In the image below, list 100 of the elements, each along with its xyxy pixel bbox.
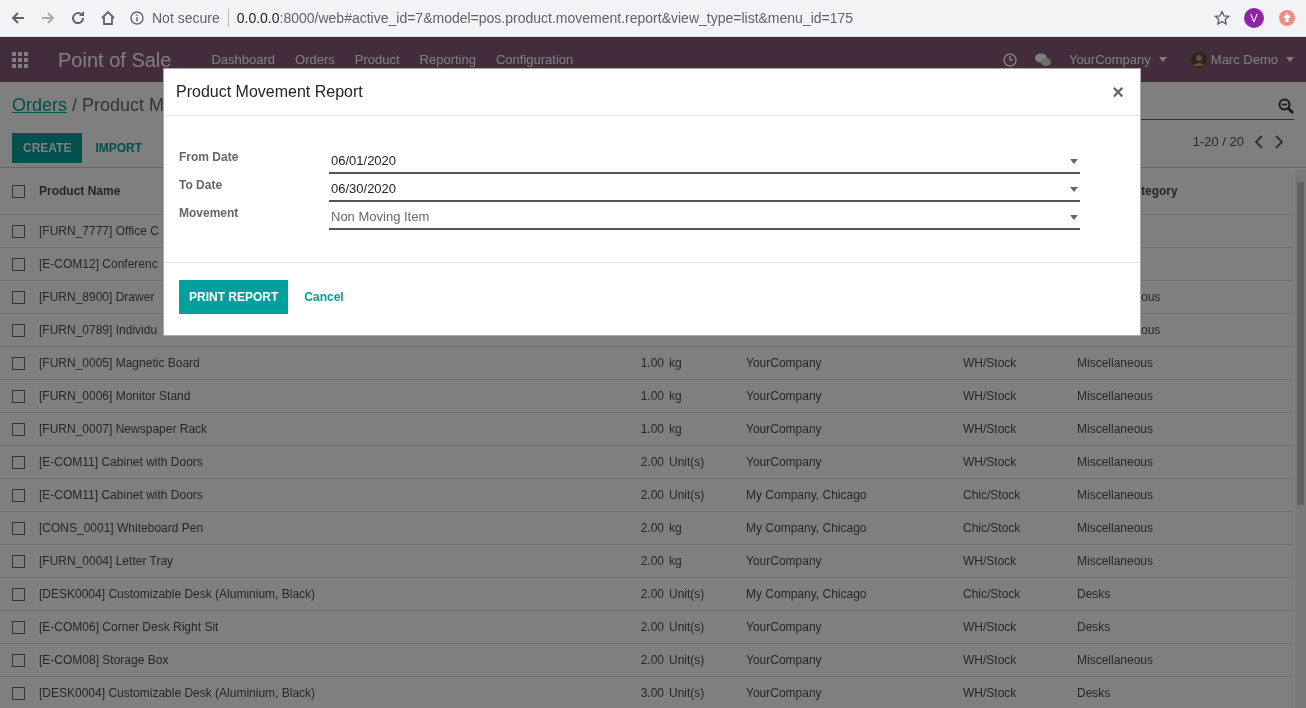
- forward-arrow-icon[interactable]: [40, 10, 56, 26]
- unit: Unit(s): [669, 586, 705, 601]
- quantity: 2.00: [640, 553, 664, 568]
- column-header[interactable]: Product Name: [39, 183, 121, 198]
- category: Miscellaneous: [1077, 553, 1154, 568]
- category: Desks: [1077, 685, 1111, 700]
- product-name: [FURN_0006] Monitor Stand: [39, 388, 191, 403]
- row-checkbox[interactable]: [12, 587, 25, 601]
- app-title: Point of Sale: [58, 47, 172, 73]
- row-checkbox[interactable]: [12, 653, 25, 667]
- category: Miscellaneous: [1077, 355, 1154, 370]
- extension-icon[interactable]: [1278, 9, 1296, 27]
- category: Desks: [1077, 619, 1111, 634]
- row-checkbox[interactable]: [12, 224, 25, 238]
- location: WH/Stock: [963, 652, 1017, 667]
- menu-item[interactable]: Orders: [295, 49, 335, 70]
- chevron-right-icon[interactable]: [1274, 134, 1284, 149]
- category: Miscellaneous: [1077, 388, 1154, 403]
- scrollbar[interactable]: [1295, 170, 1306, 708]
- company-switcher[interactable]: YourCompany: [1068, 49, 1167, 70]
- date-field[interactable]: 06/30/2020: [329, 178, 1080, 202]
- quantity: 3.00: [640, 685, 664, 700]
- quantity: 2.00: [640, 454, 664, 469]
- quantity: 1.00: [640, 388, 664, 403]
- clock-icon[interactable]: [1002, 52, 1017, 67]
- caret-icon: [1070, 186, 1078, 192]
- breadcrumb-link[interactable]: Orders: [12, 92, 67, 119]
- close-button[interactable]: ×: [1108, 82, 1128, 102]
- apps-grid-icon[interactable]: [12, 51, 28, 68]
- info-icon: [130, 11, 144, 25]
- unit: kg: [669, 520, 682, 535]
- dialog-title: Product Movement Report: [176, 82, 363, 102]
- product-name: [DESK0004] Customizable Desk (Aluminium, Black): [39, 586, 316, 601]
- chevron-left-icon[interactable]: [1254, 134, 1264, 149]
- category: Miscellaneous: [1077, 520, 1154, 535]
- user-menu[interactable]: Marc Demo: [1210, 49, 1294, 70]
- back-arrow-icon[interactable]: [10, 10, 26, 26]
- menu-item[interactable]: Dashboard: [211, 49, 276, 70]
- column-header[interactable]: tegory: [1141, 183, 1178, 198]
- row-checkbox[interactable]: [12, 686, 25, 700]
- row-checkbox[interactable]: [12, 620, 25, 634]
- star-icon[interactable]: [1214, 10, 1230, 26]
- row-checkbox[interactable]: [12, 521, 25, 535]
- row-checkbox[interactable]: [12, 389, 25, 403]
- category: ous: [1141, 322, 1161, 337]
- url-text[interactable]: 0.0.0.0:8000/web#active_id=7&model=pos.product.movement.report&view_type=list&menu_id=175: [236, 7, 854, 29]
- row-checkbox[interactable]: [12, 185, 25, 199]
- select-field[interactable]: Non Moving Item: [329, 206, 1080, 230]
- company: My Company, Chicago: [746, 520, 867, 535]
- cancel-button[interactable]: Cancel: [296, 280, 352, 314]
- product-name: [E-COM12] Conferenc: [39, 256, 158, 271]
- import-button[interactable]: IMPORT: [82, 133, 156, 163]
- location: WH/Stock: [963, 355, 1017, 370]
- reload-icon[interactable]: [70, 10, 86, 26]
- pager-value: 1-20 / 20: [1192, 133, 1244, 151]
- menu-item[interactable]: Product: [354, 49, 400, 70]
- quantity: 2.00: [640, 619, 664, 634]
- print-report-button[interactable]: PRINT REPORT: [179, 280, 289, 314]
- menu-item[interactable]: Reporting: [419, 49, 476, 70]
- row-checkbox[interactable]: [12, 455, 25, 469]
- unit: kg: [669, 421, 682, 436]
- date-field[interactable]: 06/01/2020: [329, 150, 1080, 174]
- create-button[interactable]: CREATE: [12, 133, 83, 163]
- product-name: [E-COM06] Corner Desk Right Sit: [39, 619, 219, 634]
- row-checkbox[interactable]: [12, 488, 25, 502]
- breadcrumb-current: / Product M: [72, 94, 165, 117]
- product-name: [FURN_0005] Magnetic Board: [39, 355, 200, 370]
- product-name: [FURN_7777] Office C: [39, 223, 159, 238]
- row-checkbox[interactable]: [12, 356, 25, 370]
- location: WH/Stock: [963, 388, 1017, 403]
- quantity: 2.00: [640, 586, 664, 601]
- product-name: [E-COM11] Cabinet with Doors: [39, 454, 203, 469]
- company: My Company, Chicago: [746, 487, 867, 502]
- location: WH/Stock: [963, 553, 1017, 568]
- unit: Unit(s): [669, 685, 705, 700]
- home-icon[interactable]: [100, 10, 116, 26]
- user-avatar: [1190, 51, 1207, 68]
- unit: kg: [669, 388, 682, 403]
- caret-icon: [1286, 57, 1294, 62]
- product-name: [FURN_0004] Letter Tray: [39, 553, 174, 568]
- row-checkbox[interactable]: [12, 257, 25, 271]
- row-checkbox[interactable]: [12, 422, 25, 436]
- chat-icon[interactable]: [1034, 52, 1051, 67]
- caret-icon: [1070, 158, 1078, 164]
- row-checkbox[interactable]: [12, 290, 25, 304]
- location: WH/Stock: [963, 454, 1017, 469]
- category: Desks: [1077, 586, 1111, 601]
- field-label: From Date: [179, 149, 240, 166]
- location: WH/Stock: [963, 619, 1017, 634]
- company: My Company, Chicago: [746, 586, 867, 601]
- product-name: [E-COM11] Cabinet with Doors: [39, 487, 203, 502]
- row-checkbox[interactable]: [12, 554, 25, 568]
- quantity: 2.00: [640, 652, 664, 667]
- unit: kg: [669, 355, 682, 370]
- category: Miscellaneous: [1077, 652, 1154, 667]
- company: YourCompany: [746, 421, 822, 436]
- menu-item[interactable]: Configuration: [495, 49, 574, 70]
- row-checkbox[interactable]: [12, 323, 25, 337]
- quantity: 1.00: [640, 421, 664, 436]
- profile-avatar[interactable]: V: [1244, 8, 1264, 28]
